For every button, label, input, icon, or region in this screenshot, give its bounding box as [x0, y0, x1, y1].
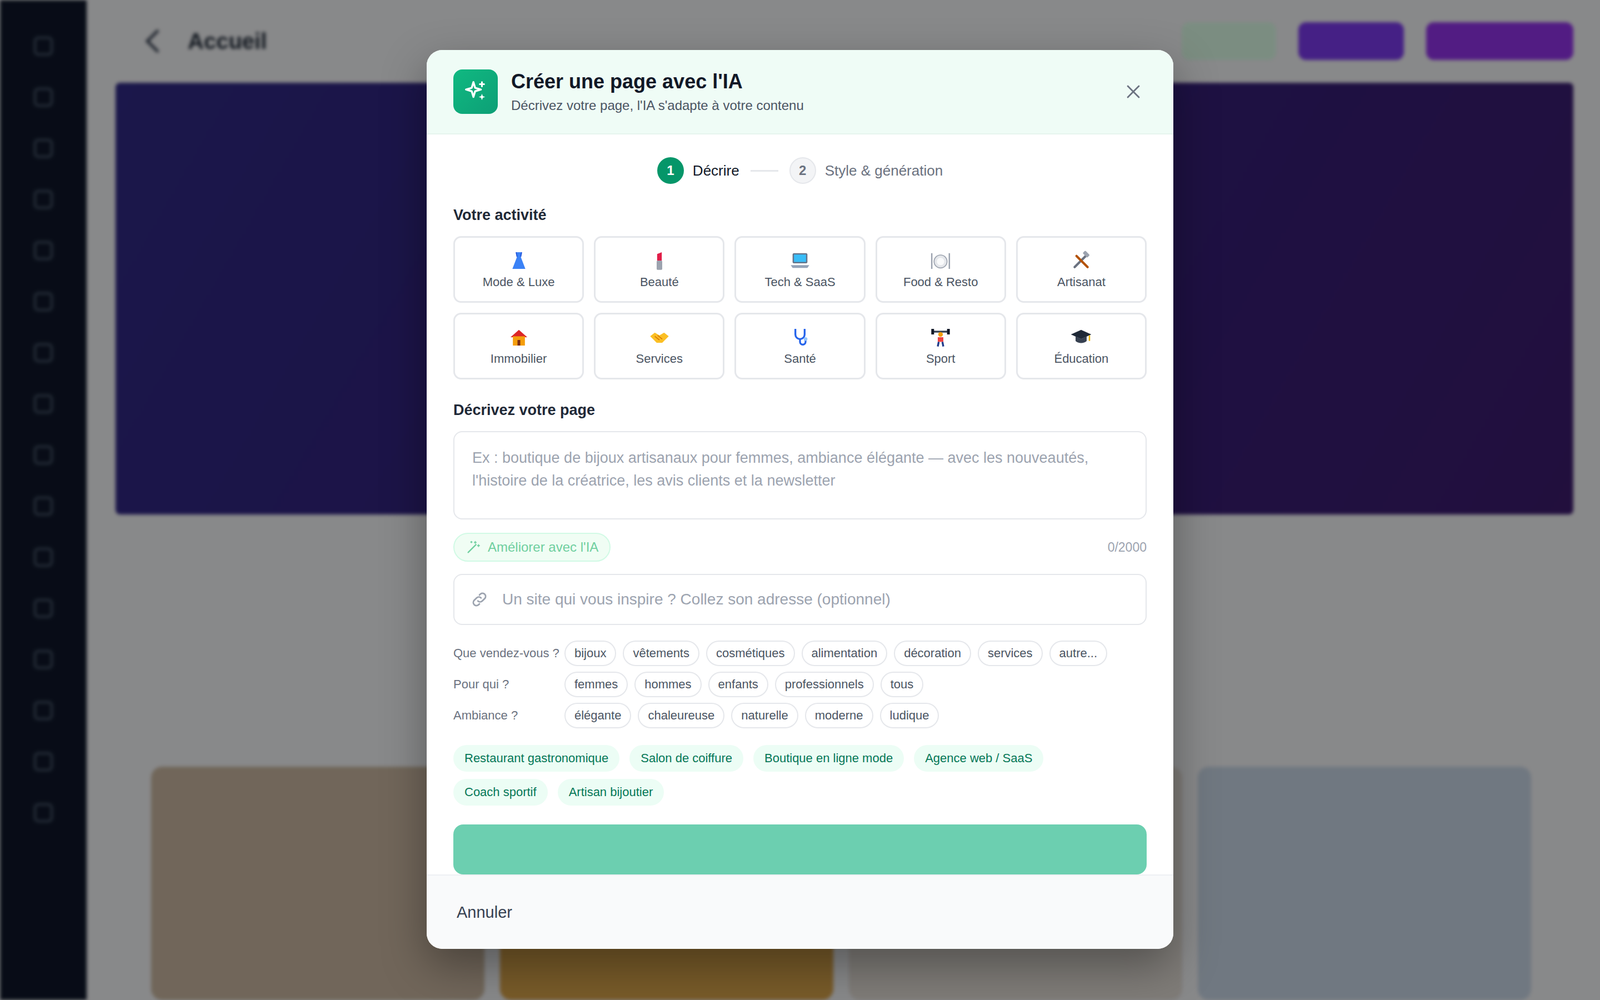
step-number: 2 — [789, 157, 817, 184]
activity-card[interactable]: Beauté — [593, 236, 725, 303]
handshake-icon — [648, 326, 671, 349]
step-connector — [750, 170, 779, 172]
stethoscope-icon — [788, 326, 812, 349]
description-label: Décrivez votre page — [453, 399, 1147, 422]
activity-card[interactable]: Mode & Luxe — [453, 236, 584, 303]
activity-label: Food & Resto — [903, 275, 979, 290]
option-chip[interactable]: chaleureuse — [637, 702, 725, 729]
option-chip[interactable]: hommes — [634, 671, 702, 698]
option-chip[interactable]: naturelle — [731, 702, 798, 729]
chip-list: élégantechaleureusenaturelle moderneludiq… — [564, 702, 939, 729]
activity-label: Services — [636, 351, 683, 367]
activity-label: Santé — [783, 351, 817, 367]
character-counter: 0/2000 — [1107, 540, 1147, 555]
activity-grid: Mode & Luxe Beauté Tech & SaaS Food & Resto… — [453, 236, 1147, 380]
description-input[interactable] — [453, 431, 1147, 520]
magic-wand-icon — [465, 539, 482, 555]
activity-label: Sport — [926, 351, 956, 367]
option-chip[interactable]: tous — [880, 671, 924, 698]
activity-card[interactable]: Immobilier — [453, 312, 584, 380]
chip-group-label: Pour qui ? — [453, 677, 565, 692]
dress-icon — [507, 249, 530, 272]
chip-list: bijouxvêtementscosmétiquesalimentationdé… — [564, 640, 1108, 667]
activity-card[interactable]: Éducation — [1016, 312, 1147, 380]
lipstick-icon — [648, 249, 671, 272]
close-button[interactable] — [1120, 78, 1147, 105]
dialog-subtitle: Décrivez votre page, l'IA s'adapte à vot… — [511, 97, 1107, 114]
option-chip[interactable]: ludique — [880, 702, 940, 729]
option-chip[interactable]: bijoux — [564, 640, 617, 667]
chip-row: Pour qui ?femmeshommesenfantsprofessionn… — [453, 671, 1147, 698]
activity-label: Tech & SaaS — [764, 275, 835, 290]
chip-list: femmeshommesenfantsprofessionnelstous — [564, 671, 924, 698]
suggestion-list: Restaurant gastronomique Salon de coiffur… — [453, 745, 1147, 806]
option-chip[interactable]: services — [977, 640, 1043, 667]
activity-card[interactable]: Artisanat — [1016, 236, 1147, 303]
suggestion-chip[interactable]: Agence web / SaaS — [913, 745, 1044, 772]
dialog-footer: Annuler — [426, 874, 1174, 949]
stepper: 1 Décrire 2 Style & génération — [453, 155, 1147, 186]
activity-label: Beauté — [640, 275, 679, 290]
sparkle-glyph-icon — [462, 78, 489, 105]
step-number: 1 — [657, 157, 684, 184]
option-chip[interactable]: autre... — [1049, 640, 1108, 667]
option-chip[interactable]: alimentation — [801, 640, 888, 667]
sparkles-icon — [453, 69, 498, 114]
option-chip[interactable]: enfants — [708, 671, 769, 698]
step-label: Style & génération — [825, 162, 943, 180]
continue-button[interactable] — [453, 824, 1147, 875]
option-chip[interactable]: femmes — [564, 671, 628, 698]
dialog-header: Créer une page avec l'IA Décrivez votre p… — [426, 50, 1174, 135]
inspiration-input[interactable] — [501, 590, 1130, 609]
improve-label: Améliorer avec l'IA — [487, 539, 599, 555]
chip-group-label: Ambiance ? — [453, 708, 565, 723]
option-chip[interactable]: professionnels — [775, 671, 874, 698]
activity-label: Éducation — [1053, 351, 1109, 367]
step-label: Décrire — [692, 162, 740, 180]
activity-card[interactable]: Santé — [734, 312, 865, 380]
step[interactable]: 2 Style & génération — [789, 157, 943, 184]
suggestion-chip[interactable]: Artisan bijoutier — [557, 778, 665, 806]
step[interactable]: 1 Décrire — [657, 157, 740, 184]
house-icon — [507, 326, 530, 349]
activity-label: Immobilier — [490, 351, 547, 367]
suggestion-chip[interactable]: Restaurant gastronomique — [453, 745, 620, 772]
option-chip[interactable]: moderne — [805, 702, 874, 729]
option-chip[interactable]: décoration — [893, 640, 972, 667]
inspiration-field — [453, 573, 1147, 625]
option-chip[interactable]: vêtements — [622, 640, 700, 667]
dialog-body: 1 Décrire 2 Style & génération Votre activit… — [426, 134, 1174, 875]
activity-label: Mode & Luxe — [482, 275, 555, 290]
close-icon — [1123, 82, 1143, 102]
suggestion-chip[interactable]: Salon de coiffure — [629, 745, 744, 772]
dialog-title: Créer une page avec l'IA — [511, 69, 1107, 94]
plate-icon — [929, 249, 952, 272]
activity-card[interactable]: Tech & SaaS — [734, 236, 865, 303]
chip-row: Ambiance ?élégantechaleureusenaturelle mo… — [453, 702, 1147, 729]
laptop-icon — [788, 249, 812, 272]
activity-card[interactable]: Food & Resto — [875, 236, 1007, 303]
improve-button[interactable]: Améliorer avec l'IA — [453, 532, 611, 562]
suggestion-chip[interactable]: Boutique en ligne mode — [753, 745, 904, 772]
link-icon — [470, 590, 489, 609]
activity-card[interactable]: Sport — [875, 312, 1007, 380]
graduation-cap-icon — [1070, 326, 1093, 349]
improve-row: Améliorer avec l'IA 0/2000 — [453, 532, 1147, 562]
chip-group-label: Que vendez-vous ? — [453, 646, 565, 661]
activity-label: Votre activité — [453, 204, 1147, 227]
cancel-button[interactable]: Annuler — [445, 895, 524, 930]
option-chip[interactable]: élégante — [564, 702, 632, 729]
weightlifter-icon — [929, 326, 952, 349]
option-chip[interactable]: cosmétiques — [706, 640, 795, 667]
tools-icon — [1070, 249, 1093, 272]
ai-page-dialog: Créer une page avec l'IA Décrivez votre p… — [426, 50, 1174, 949]
chip-row: Que vendez-vous ?bijouxvêtementscosmétiq… — [453, 640, 1147, 667]
dialog-titles: Créer une page avec l'IA Décrivez votre p… — [511, 69, 1107, 114]
suggestion-chip[interactable]: Coach sportif — [453, 778, 548, 806]
activity-label: Artisanat — [1057, 275, 1106, 290]
activity-card[interactable]: Services — [593, 312, 725, 380]
chip-groups: Que vendez-vous ?bijouxvêtementscosmétiq… — [453, 640, 1147, 729]
